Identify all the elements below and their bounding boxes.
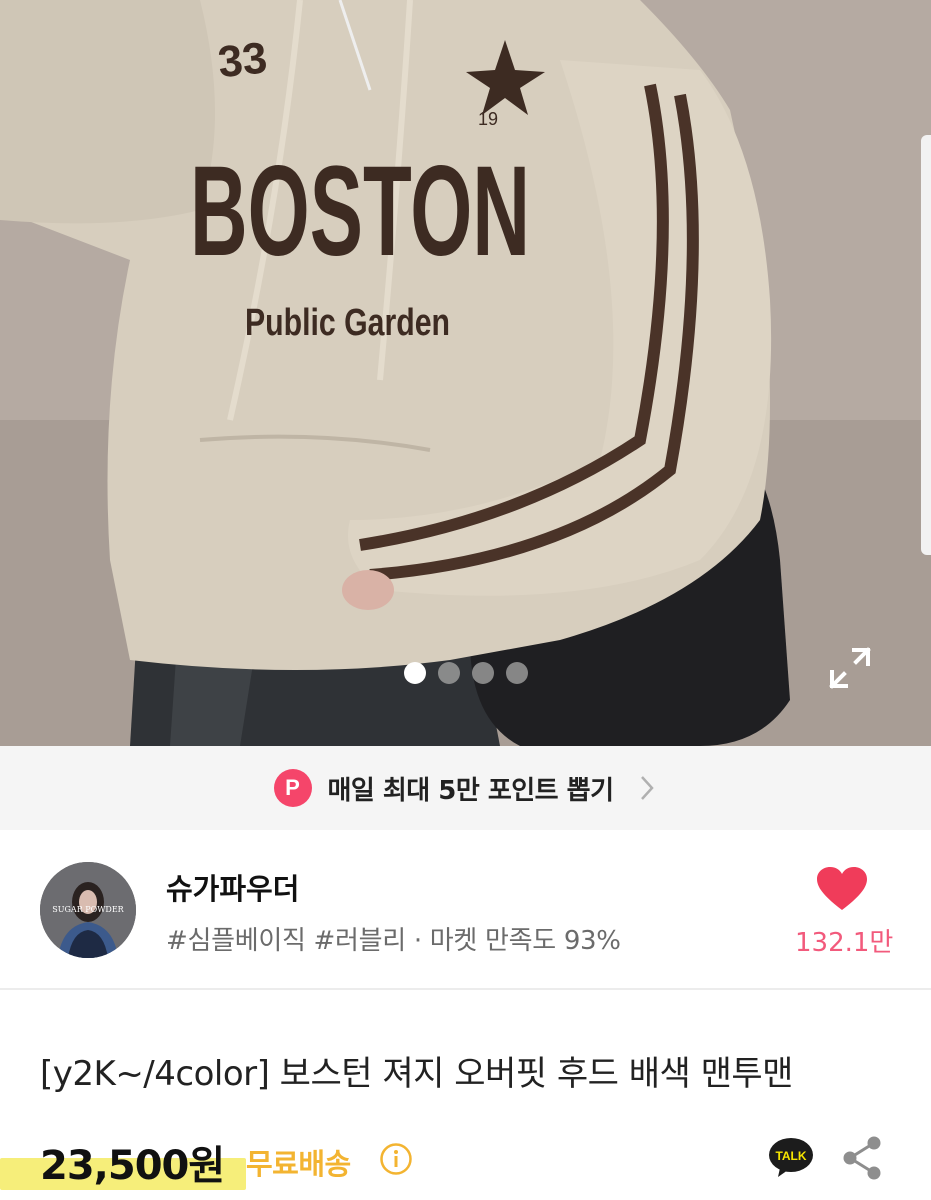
heart-icon[interactable] [815, 866, 869, 912]
seller-row[interactable]: SUGAR POWDER 슈가파우더 #심플베이직 #러블리 · 마켓 만족도 … [0, 830, 931, 990]
hoodie-print-year: 19 [478, 109, 498, 129]
seller-name[interactable]: 슈가파우더 [166, 866, 299, 908]
carousel-dot[interactable] [506, 662, 528, 684]
point-banner-text: 매일 최대 5만 포인트 뽑기 [327, 775, 615, 806]
carousel-dots [404, 662, 528, 684]
seller-tags: #심플베이직 #러블리 · 마켓 만족도 93% [166, 926, 621, 956]
info-icon[interactable] [379, 1142, 413, 1176]
carousel-dot[interactable] [438, 662, 460, 684]
hoodie-print-top: 33 [216, 33, 270, 87]
hoodie-print-main: BOSTON [190, 140, 530, 283]
avatar-image: SUGAR POWDER [40, 862, 136, 958]
avatar-text: SUGAR POWDER [52, 905, 124, 914]
point-event-banner[interactable]: P 매일 최대 5만 포인트 뽑기 [0, 746, 931, 830]
product-photo: 33 BOSTON Public Garden 19 [0, 0, 931, 746]
like-count: 132.1만 [795, 928, 894, 958]
point-badge: P [273, 769, 312, 807]
carousel-dot[interactable] [404, 662, 426, 684]
talk-label: TALK [775, 1149, 806, 1163]
carousel-dot[interactable] [472, 662, 494, 684]
product-title: [y2K~/4color] 보스턴 져지 오버핏 후드 배색 맨투맨 [40, 1054, 793, 1094]
side-scroll-indicator [921, 135, 931, 555]
kakao-talk-icon[interactable]: TALK [768, 1136, 814, 1178]
free-shipping-label: 무료배송 [246, 1147, 351, 1181]
chevron-right-icon [640, 776, 654, 800]
product-price: 23,500원 [40, 1143, 225, 1189]
seller-avatar[interactable]: SUGAR POWDER [40, 862, 136, 958]
share-icon[interactable] [842, 1136, 882, 1180]
hoodie-print-sub: Public Garden [245, 302, 450, 344]
product-image-carousel[interactable]: 33 BOSTON Public Garden 19 [0, 0, 931, 746]
expand-icon[interactable] [826, 644, 874, 692]
